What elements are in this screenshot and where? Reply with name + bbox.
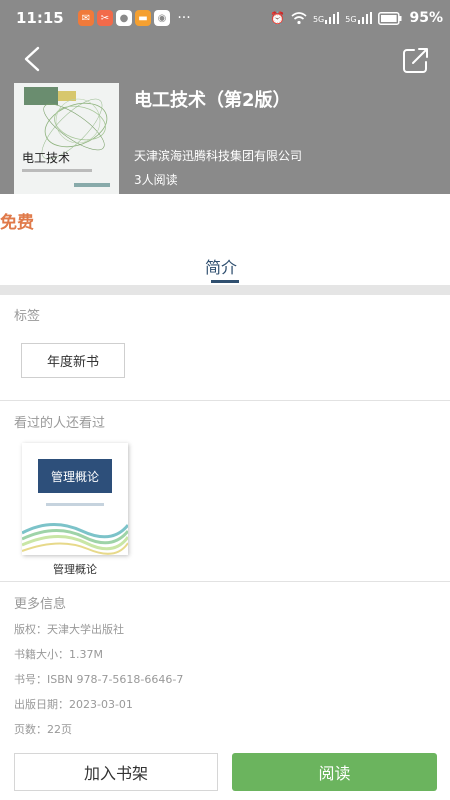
read-button[interactable]: 阅读 xyxy=(232,753,437,791)
cover-decoration xyxy=(46,503,104,506)
more-notifications-icon: ··· xyxy=(177,10,191,26)
cover-decoration xyxy=(74,183,110,187)
cover-decoration xyxy=(22,169,92,172)
pub-date-info: 出版日期：2023-03-01 xyxy=(14,698,133,711)
recommended-book-cover[interactable]: 管理概论 xyxy=(22,443,128,555)
book-header: 电工技术 电工技术（第2版） 天津滨海迅腾科技集团有限公司 3人阅读 xyxy=(0,36,450,194)
app-notification-icon: ▬ xyxy=(135,10,151,26)
app-notification-icon: ✉ xyxy=(78,10,94,26)
wifi-icon xyxy=(291,12,307,25)
app-notification-icon: ✂ xyxy=(97,10,113,26)
cover-title: 电工技术 xyxy=(22,151,71,165)
network-type-label: 5G xyxy=(345,15,357,24)
eye-notification-icon: ◉ xyxy=(154,10,170,26)
alarm-icon: ⏰ xyxy=(270,11,285,25)
size-info: 书籍大小：1.37M xyxy=(14,648,103,661)
signal-icon: 5G xyxy=(345,12,372,24)
recommended-cover-title: 管理概论 xyxy=(38,459,112,493)
chat-notification-icon: ● xyxy=(116,10,132,26)
battery-icon xyxy=(377,11,402,25)
divider xyxy=(0,400,450,401)
price-label: 免费 xyxy=(0,213,34,233)
add-to-shelf-button[interactable]: 加入书架 xyxy=(14,753,218,791)
battery-level: 95% xyxy=(409,10,444,26)
notification-icons: ✉ ✂ ● ▬ ◉ ··· xyxy=(78,10,195,26)
isbn-info: 书号：ISBN 978-7-5618-6646-7 xyxy=(14,673,184,686)
divider xyxy=(0,581,450,582)
network-type-label: 5G xyxy=(312,15,325,24)
system-icons: ⏰ 5G 5G 95% xyxy=(270,10,443,26)
cover-wave-graphic xyxy=(22,522,128,555)
book-cover: 电工技术 xyxy=(14,83,119,194)
status-time: 11:15 xyxy=(16,9,64,27)
reader-count: 3人阅读 xyxy=(134,173,178,187)
recommended-book-title[interactable]: 管理概论 xyxy=(22,561,128,577)
section-separator xyxy=(0,285,450,295)
share-icon[interactable] xyxy=(400,44,432,76)
status-bar: 11:15 ✉ ✂ ● ▬ ◉ ··· ⏰ 5G 5G 95% xyxy=(0,0,450,36)
book-publisher: 天津滨海迅腾科技集团有限公司 xyxy=(134,149,303,163)
bottom-action-bar: 加入书架 阅读 xyxy=(0,745,450,800)
tab-active-indicator xyxy=(211,280,239,283)
more-info-title: 更多信息 xyxy=(14,597,67,612)
tag-chip[interactable]: 年度新书 xyxy=(21,343,125,378)
copyright-info: 版权：天津大学出版社 xyxy=(14,623,124,636)
signal-icon: 5G xyxy=(312,12,340,24)
book-title: 电工技术（第2版） xyxy=(134,90,291,111)
back-arrow-icon[interactable] xyxy=(18,44,48,74)
tab-intro[interactable]: 简介 xyxy=(205,254,237,278)
pages-info: 页数：22页 xyxy=(14,723,72,736)
recommend-section-title: 看过的人还看过 xyxy=(14,416,106,431)
tags-section-title: 标签 xyxy=(14,309,41,324)
